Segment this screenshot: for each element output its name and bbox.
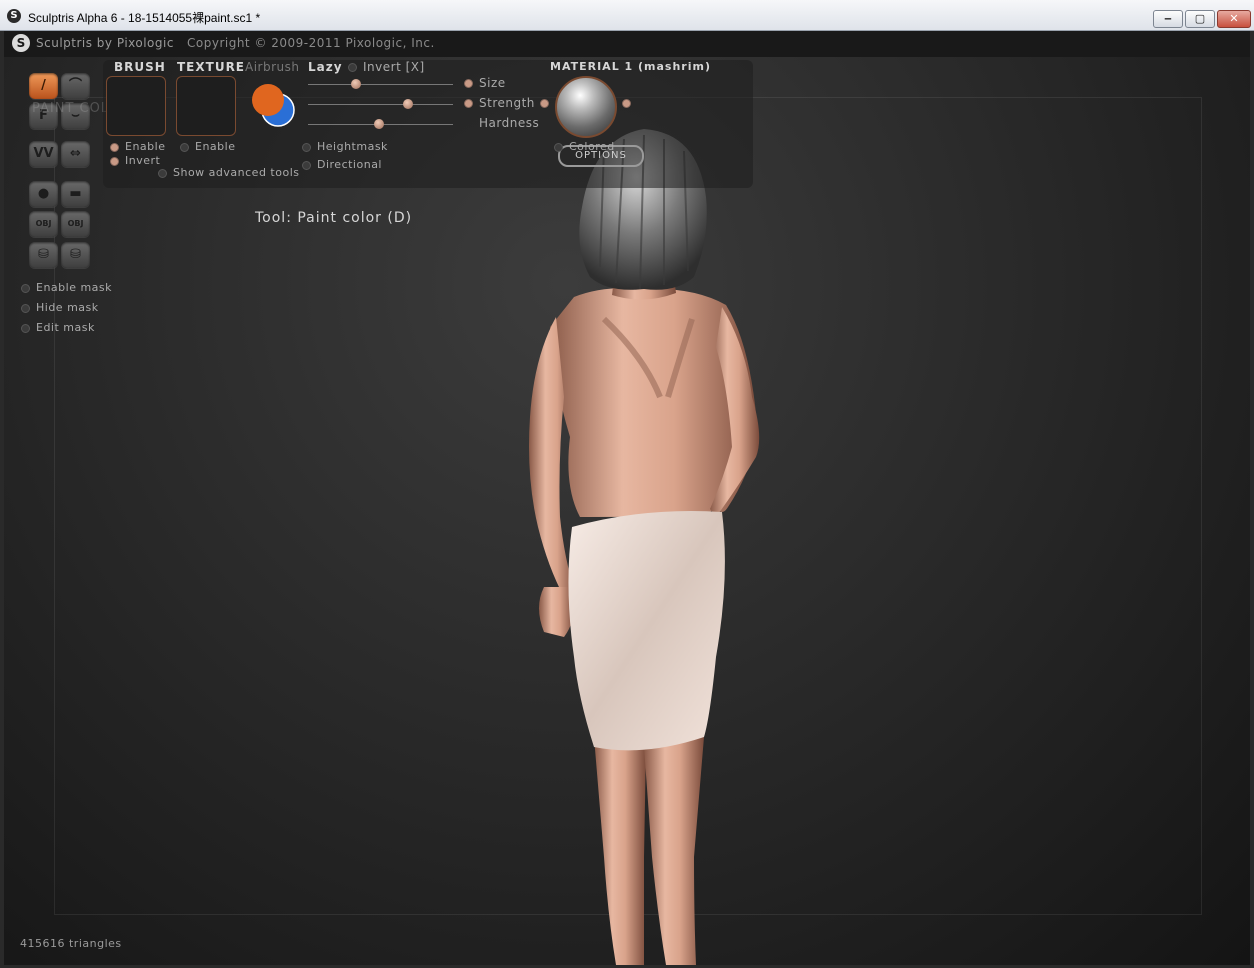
crease-icon: VV bbox=[33, 146, 54, 161]
heightmask-label: Heightmask bbox=[317, 140, 388, 153]
import-obj-button[interactable]: OBJ bbox=[29, 211, 58, 237]
bump-tool-button[interactable]: ⌒ bbox=[61, 73, 90, 99]
brush-enable-radio[interactable] bbox=[110, 142, 119, 152]
brush-alpha-slot[interactable] bbox=[106, 76, 166, 136]
symmetry-tool-button[interactable]: ⇔ bbox=[61, 141, 90, 167]
paint-brush-tool-button[interactable]: / bbox=[29, 73, 58, 99]
texture-slot[interactable] bbox=[176, 76, 236, 136]
save-as-button[interactable]: ⛁ bbox=[61, 242, 90, 268]
export-obj-button[interactable]: OBJ bbox=[61, 211, 90, 237]
maximize-button[interactable]: ▢ bbox=[1185, 10, 1215, 28]
lazy-label: Lazy bbox=[308, 60, 343, 74]
crease-tool-button[interactable]: VV bbox=[29, 141, 58, 167]
slider-track[interactable] bbox=[308, 84, 453, 85]
maximize-icon: ▢ bbox=[1194, 12, 1206, 25]
enable-mask-option[interactable]: Enable mask bbox=[21, 281, 112, 294]
texture-label: TEXTURE bbox=[177, 60, 246, 74]
slider-label-text: Hardness bbox=[479, 116, 540, 130]
brush-label: BRUSH bbox=[114, 60, 166, 74]
heightmask-radio[interactable] bbox=[302, 142, 311, 152]
3d-viewport[interactable]: / ⌒ F ⌣ VV ⇔ ● ▬ OBJ OBJ ⛁ ⛁ Enable mask… bbox=[4, 57, 1250, 965]
import-obj-icon: OBJ bbox=[35, 219, 52, 228]
brush-invert-label: Invert bbox=[125, 154, 161, 167]
copyright-text: Copyright © 2009-2011 Pixologic, Inc. bbox=[187, 36, 435, 50]
slider-radio[interactable] bbox=[464, 79, 473, 88]
sphere-icon: ● bbox=[37, 186, 50, 201]
airbrush-label: Airbrush bbox=[245, 60, 300, 74]
hide-mask-label: Hide mask bbox=[36, 301, 99, 314]
enable-mask-label: Enable mask bbox=[36, 281, 113, 294]
save-button[interactable]: ⛁ bbox=[29, 242, 58, 268]
directional-radio[interactable] bbox=[302, 160, 311, 170]
directional-option[interactable]: Directional bbox=[302, 158, 382, 171]
hide-mask-radio[interactable] bbox=[21, 303, 30, 313]
invert-x-label: Invert [X] bbox=[363, 60, 425, 74]
sculpted-figure bbox=[529, 129, 760, 965]
slider-knob[interactable] bbox=[374, 119, 385, 129]
sculptris-logo-icon: S bbox=[7, 9, 21, 23]
directional-label: Directional bbox=[317, 158, 382, 171]
slider-label-text: Size bbox=[479, 76, 506, 90]
slider-label: Hardness bbox=[464, 116, 539, 130]
symmetry-icon: ⇔ bbox=[70, 146, 81, 161]
slider-label-text: Strength bbox=[479, 96, 535, 110]
show-advanced-tools-label: Show advanced tools bbox=[173, 166, 300, 179]
save-as-icon: ⛁ bbox=[70, 247, 81, 262]
title-bar: S Sculptris Alpha 6 - 18-1514055裸paint.s… bbox=[0, 0, 1254, 31]
color-picker[interactable] bbox=[248, 80, 298, 130]
half-sphere-tool-button[interactable]: ▬ bbox=[61, 181, 90, 207]
material-prev-dot[interactable] bbox=[540, 99, 549, 108]
edit-mask-option[interactable]: Edit mask bbox=[21, 321, 95, 334]
slider-label: Size bbox=[464, 76, 506, 90]
edit-mask-radio[interactable] bbox=[21, 323, 30, 333]
window-title: Sculptris Alpha 6 - 18-1514055裸paint.sc1… bbox=[28, 11, 261, 25]
save-icon: ⛁ bbox=[38, 247, 49, 262]
show-advanced-tools-radio[interactable] bbox=[158, 168, 167, 178]
close-button[interactable]: ✕ bbox=[1217, 10, 1251, 28]
brush-enable-option[interactable]: Enable bbox=[110, 140, 165, 153]
material-next-dot[interactable] bbox=[622, 99, 631, 108]
invert-x-option[interactable]: Invert [X] bbox=[348, 60, 425, 74]
tool-status: Tool: Paint color (D) bbox=[255, 210, 413, 226]
minimize-button[interactable]: ‒ bbox=[1153, 10, 1183, 28]
export-obj-icon: OBJ bbox=[67, 219, 84, 228]
paint-brush-icon: / bbox=[41, 78, 46, 93]
sphere-tool-button[interactable]: ● bbox=[29, 181, 58, 207]
brush-invert-radio[interactable] bbox=[110, 156, 119, 166]
triangle-count: 415616 triangles bbox=[20, 937, 122, 950]
pixologic-logo-icon: S bbox=[12, 34, 30, 52]
app-header: S Sculptris by Pixologic Copyright © 200… bbox=[4, 31, 1250, 57]
close-icon: ✕ bbox=[1229, 12, 1239, 25]
application-window: S Sculptris Alpha 6 - 18-1514055裸paint.s… bbox=[0, 0, 1254, 968]
slider-track[interactable] bbox=[308, 104, 453, 105]
colored-radio[interactable] bbox=[554, 142, 563, 152]
slider-radio[interactable] bbox=[464, 99, 473, 108]
edit-mask-label: Edit mask bbox=[36, 321, 95, 334]
bump-icon: ⌒ bbox=[68, 78, 82, 93]
colored-label: Colored bbox=[569, 140, 615, 153]
invert-x-radio[interactable] bbox=[348, 63, 357, 72]
slider-knob[interactable] bbox=[350, 79, 361, 89]
half-sphere-icon: ▬ bbox=[69, 186, 82, 201]
show-advanced-tools-option[interactable]: Show advanced tools bbox=[158, 166, 299, 179]
colored-option[interactable]: Colored bbox=[554, 140, 615, 153]
minimize-icon: ‒ bbox=[1164, 12, 1172, 25]
material-label: MATERIAL 1 (mashrim) bbox=[550, 60, 711, 73]
primary-color-swatch[interactable] bbox=[252, 84, 284, 116]
texture-enable-radio[interactable] bbox=[180, 142, 189, 152]
heightmask-option[interactable]: Heightmask bbox=[302, 140, 388, 153]
texture-enable-label: Enable bbox=[195, 140, 236, 153]
texture-enable-option[interactable]: Enable bbox=[180, 140, 235, 153]
brush-invert-option[interactable]: Invert bbox=[110, 154, 160, 167]
enable-mask-radio[interactable] bbox=[21, 283, 30, 293]
brush-settings-panel: BRUSH Enable Invert TEXTURE Enable Show … bbox=[103, 60, 753, 188]
material-sphere[interactable] bbox=[555, 76, 617, 138]
app-name: Sculptris by Pixologic bbox=[36, 36, 174, 50]
brush-enable-label: Enable bbox=[125, 140, 166, 153]
slider-knob[interactable] bbox=[403, 99, 414, 109]
hide-mask-option[interactable]: Hide mask bbox=[21, 301, 99, 314]
slider-label: Strength bbox=[464, 96, 535, 110]
